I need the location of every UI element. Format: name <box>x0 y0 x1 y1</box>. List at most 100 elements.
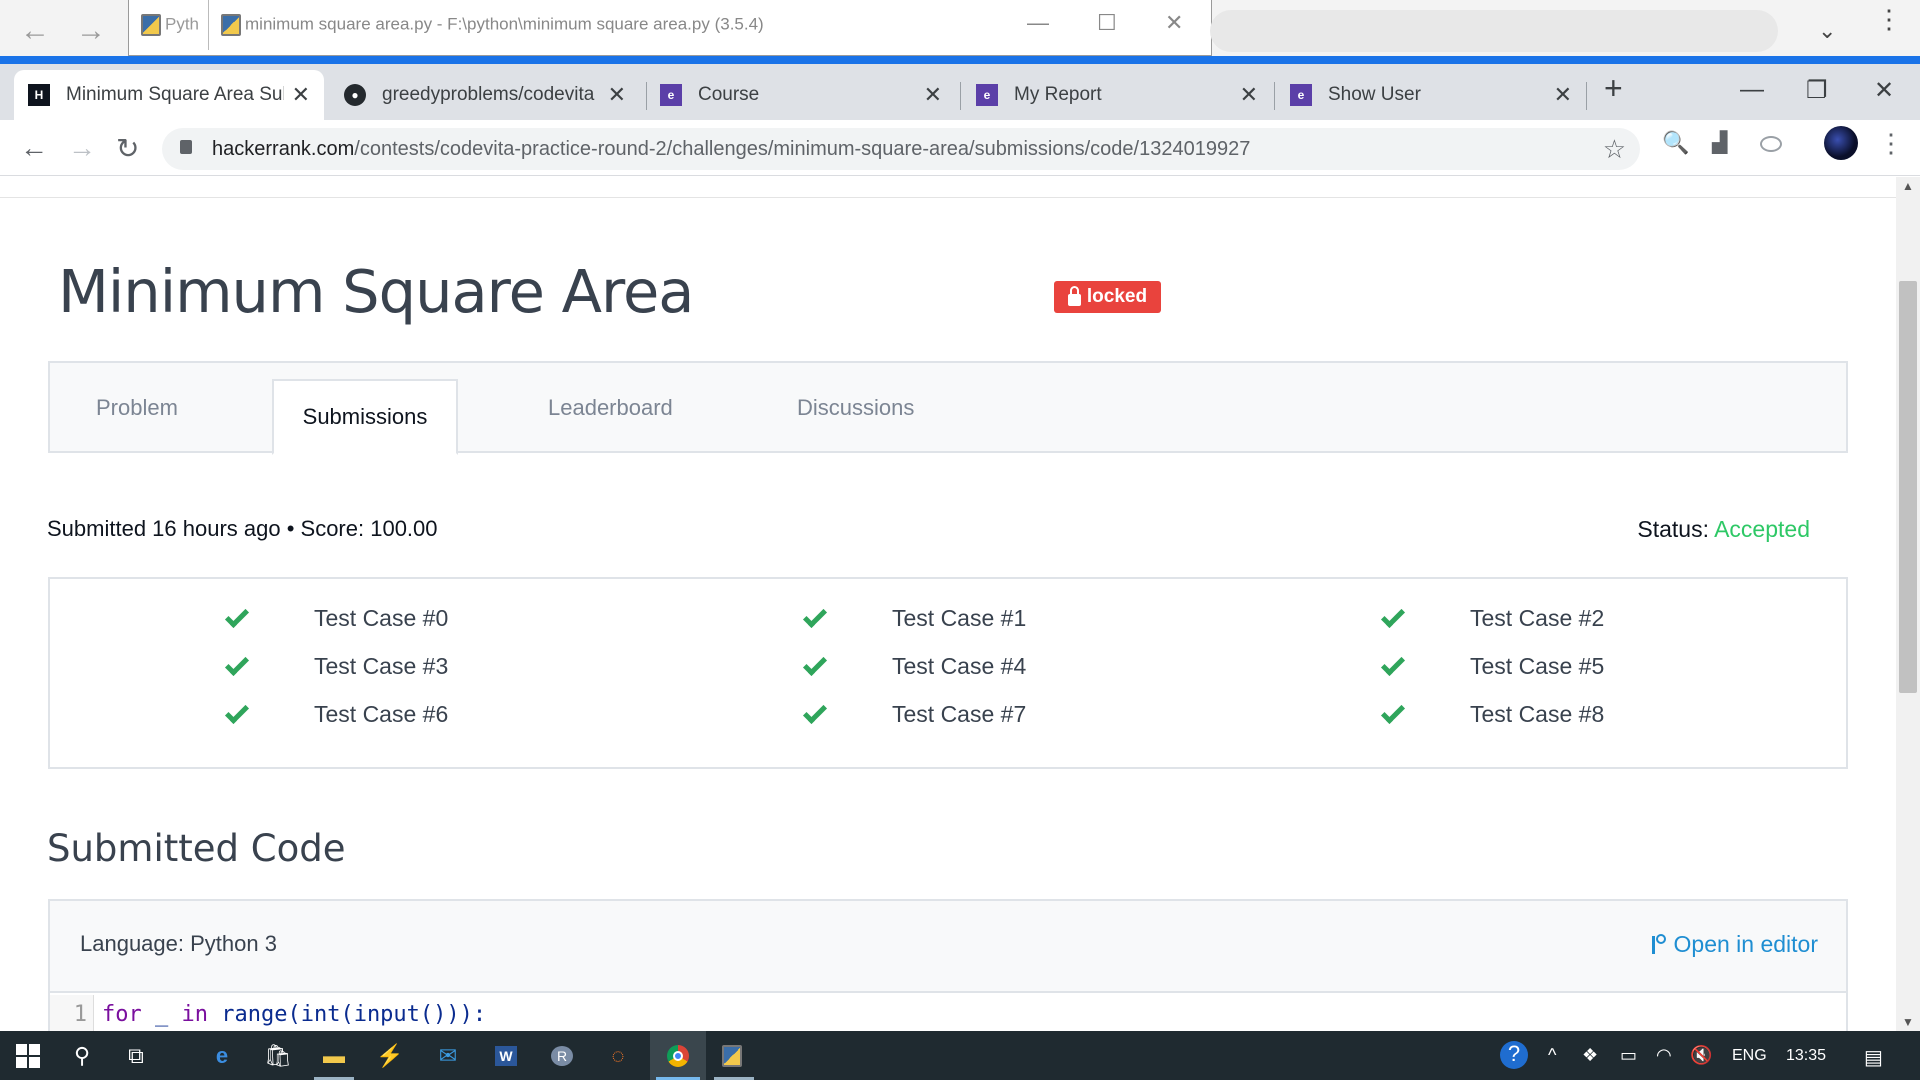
test-case[interactable]: Test Case #6 <box>224 699 449 728</box>
test-case[interactable]: Test Case #7 <box>802 699 1026 728</box>
notifications-icon[interactable]: ▤ <box>1864 1045 1883 1070</box>
check-icon <box>224 699 250 724</box>
word-icon[interactable]: W <box>478 1031 534 1080</box>
minimize-icon[interactable]: — <box>1740 76 1764 104</box>
close-tab-icon[interactable]: ✕ <box>924 82 942 108</box>
idle-shell-tab[interactable]: Pyth <box>129 0 209 50</box>
check-icon <box>224 651 250 676</box>
status-accepted: Accepted <box>1714 516 1810 542</box>
tab-problem[interactable]: Problem <box>96 363 178 453</box>
locked-badge: locked <box>1054 281 1161 313</box>
github-icon: ● <box>344 84 366 106</box>
tab-my-report[interactable]: e My Report ✕ <box>962 70 1272 120</box>
code-line[interactable]: 1 for _ in range(int(input())): <box>50 995 1846 1031</box>
e-icon: e <box>976 84 998 106</box>
volume-muted-icon[interactable]: 🔇 <box>1690 1045 1712 1066</box>
background-window: ← → Pyth minimum square area.py - F:\pyt… <box>0 0 1920 56</box>
test-case[interactable]: Test Case #8 <box>1380 699 1605 728</box>
tab-discussions[interactable]: Discussions <box>797 363 914 453</box>
tab-github[interactable]: ● greedyproblems/codevita a ✕ <box>330 70 640 120</box>
tab-label: greedyproblems/codevita a <box>382 84 600 105</box>
test-case-label: Test Case #4 <box>892 653 1027 679</box>
page-scrollbar[interactable]: ▲ ▼ <box>1896 177 1920 1031</box>
line-number: 1 <box>50 995 94 1031</box>
wifi-icon[interactable]: ◠ <box>1656 1045 1672 1066</box>
clock[interactable]: 13:35 <box>1786 1047 1826 1065</box>
url-text[interactable]: hackerrank.com/contests/codevita-practic… <box>212 138 1250 161</box>
submission-info: Submitted 16 hours ago • Score: 100.00 <box>47 516 438 541</box>
language-indicator[interactable]: ENG <box>1732 1047 1767 1065</box>
maximize-icon[interactable]: ☐ <box>1097 10 1117 36</box>
tab-course[interactable]: e Course ✕ <box>646 70 956 120</box>
analytics-extension-icon[interactable]: ▟ <box>1712 130 1738 156</box>
test-case[interactable]: Test Case #5 <box>1380 651 1605 680</box>
reload-icon[interactable]: ↻ <box>116 132 139 165</box>
code-text[interactable]: for _ in range(int(input())): <box>102 1002 486 1027</box>
minimize-icon[interactable]: — <box>1027 10 1049 36</box>
chevron-down-icon[interactable]: ⌄ <box>1818 18 1836 44</box>
padlock-icon <box>1067 285 1081 306</box>
chrome-menu-icon[interactable]: ⋮ <box>1878 128 1904 159</box>
idle-editor-window[interactable]: Pyth minimum square area.py - F:\python\… <box>128 0 1212 56</box>
tab-minimum-square-area[interactable]: H Minimum Square Area Sub ✕ <box>14 70 324 120</box>
test-case-label: Test Case #5 <box>1470 653 1605 679</box>
address-bar[interactable]: hackerrank.com/contests/codevita-practic… <box>162 128 1640 170</box>
translate-extension-icon[interactable]: 🔍 <box>1662 130 1689 156</box>
branch-icon <box>1650 933 1666 956</box>
close-window-icon[interactable]: ✕ <box>1874 76 1894 105</box>
url-host: hackerrank.com <box>212 138 355 160</box>
close-tab-icon[interactable]: ✕ <box>608 82 626 108</box>
idle-window-title: minimum square area.py - F:\python\minim… <box>245 14 764 34</box>
open-in-editor-link[interactable]: Open in editor <box>1650 931 1818 958</box>
profile-avatar[interactable] <box>1824 126 1858 160</box>
close-tab-icon[interactable]: ✕ <box>1554 82 1572 108</box>
restore-icon[interactable]: ❐ <box>1806 76 1828 105</box>
help-icon[interactable]: ? <box>1500 1041 1528 1069</box>
dropbox-icon[interactable]: ❖ <box>1582 1045 1598 1066</box>
test-case[interactable]: Test Case #1 <box>802 603 1026 632</box>
new-tab-icon[interactable]: + <box>1604 70 1623 107</box>
test-case[interactable]: Test Case #2 <box>1380 603 1604 632</box>
test-case[interactable]: Test Case #0 <box>224 603 448 632</box>
python-file-icon <box>221 14 241 36</box>
mail-icon[interactable]: ✉ <box>420 1031 476 1080</box>
close-icon[interactable]: ✕ <box>1165 10 1183 36</box>
tab-submissions[interactable]: Submissions <box>272 379 458 455</box>
battery-icon[interactable]: ▭ <box>1620 1045 1637 1066</box>
hackerrank-icon: H <box>28 84 50 106</box>
python-idle-icon[interactable] <box>706 1031 762 1080</box>
close-tab-icon[interactable]: ✕ <box>292 82 310 108</box>
chevron-up-icon[interactable]: ^ <box>1548 1045 1556 1066</box>
test-case-label: Test Case #8 <box>1470 701 1605 727</box>
r-icon[interactable]: R <box>534 1031 590 1080</box>
more-options-icon[interactable]: ⋮ <box>1876 6 1902 32</box>
file-explorer-icon[interactable]: ▬ <box>306 1031 362 1080</box>
test-case-label: Test Case #6 <box>314 701 449 727</box>
close-tab-icon[interactable]: ✕ <box>1240 82 1258 108</box>
extension-icon[interactable] <box>1760 136 1782 152</box>
scroll-up-arrow-icon[interactable]: ▲ <box>1902 179 1914 193</box>
tab-show-user[interactable]: e Show User ✕ <box>1276 70 1586 120</box>
search-icon[interactable]: ⚲ <box>54 1031 110 1080</box>
scroll-down-arrow-icon[interactable]: ▼ <box>1902 1015 1914 1029</box>
vscode-icon[interactable]: ⚡ <box>362 1031 418 1080</box>
lock-icon[interactable] <box>180 140 192 154</box>
test-case[interactable]: Test Case #3 <box>224 651 448 680</box>
forward-icon[interactable]: → <box>68 132 96 164</box>
back-icon[interactable]: ← <box>20 132 48 164</box>
jupyter-icon[interactable]: ◌ <box>590 1031 646 1080</box>
scrollbar-thumb[interactable] <box>1899 281 1917 693</box>
bookmark-star-icon[interactable]: ☆ <box>1603 134 1626 165</box>
check-icon <box>802 603 828 628</box>
windows-taskbar: ⚲ ⧉ e 🛍 ▬ ⚡ ✉ W R ◌ ? ^ ❖ ▭ ◠ 🔇 ENG 13:3… <box>0 1031 1920 1080</box>
store-icon[interactable]: 🛍 <box>250 1031 306 1080</box>
task-view-icon[interactable]: ⧉ <box>108 1031 164 1080</box>
check-icon <box>1380 603 1406 628</box>
chrome-icon[interactable] <box>650 1031 706 1080</box>
tab-leaderboard[interactable]: Leaderboard <box>548 363 673 453</box>
windows-start-icon[interactable] <box>0 1031 56 1080</box>
open-in-editor-label: Open in editor <box>1673 931 1818 957</box>
edge-icon[interactable]: e <box>194 1031 250 1080</box>
test-case[interactable]: Test Case #4 <box>802 651 1027 680</box>
url-path: /contests/codevita-practice-round-2/chal… <box>354 138 1251 160</box>
